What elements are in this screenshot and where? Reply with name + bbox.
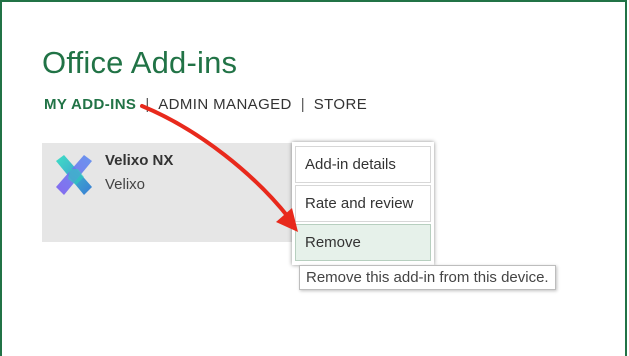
page-title: Office Add-ins: [42, 45, 238, 80]
tab-separator: |: [145, 96, 150, 113]
menu-item-add-in-details[interactable]: Add-in details: [295, 146, 431, 183]
nav-tabs: MY ADD-INS | ADMIN MANAGED | STORE: [44, 96, 367, 113]
tab-my-add-ins[interactable]: MY ADD-INS: [44, 96, 136, 113]
addin-context-menu: Add-in details Rate and review Remove: [292, 142, 434, 265]
menu-item-rate-and-review[interactable]: Rate and review: [295, 185, 431, 222]
tab-store[interactable]: STORE: [314, 96, 367, 113]
velixo-logo-icon: [56, 155, 92, 195]
menu-item-remove[interactable]: Remove: [295, 224, 431, 261]
addin-publisher: Velixo: [105, 176, 146, 193]
addin-tile-velixo[interactable]: Velixo NX Velixo: [42, 143, 334, 242]
addin-name: Velixo NX: [105, 152, 174, 169]
remove-tooltip: Remove this add-in from this device.: [299, 265, 556, 290]
tab-admin-managed[interactable]: ADMIN MANAGED: [158, 96, 292, 113]
tab-separator: |: [300, 96, 305, 113]
